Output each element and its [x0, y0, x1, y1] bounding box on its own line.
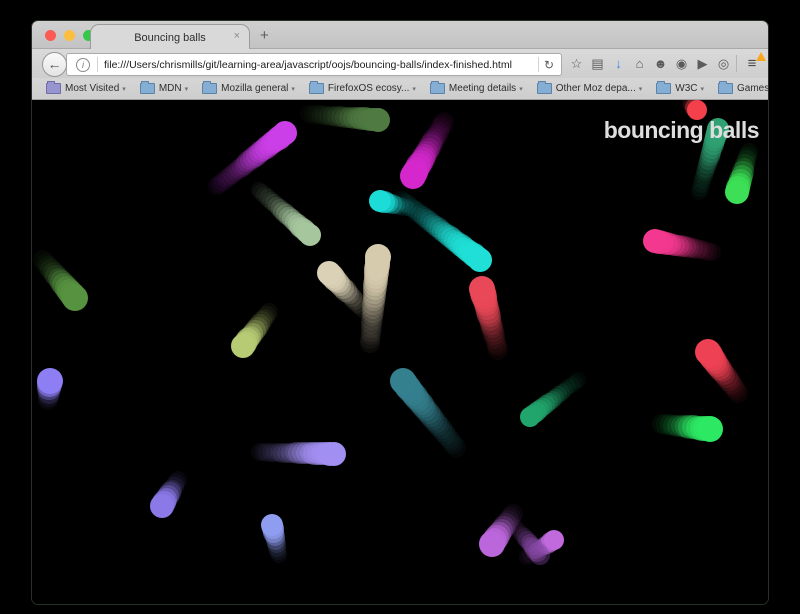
hot-pink-ball	[643, 229, 667, 253]
folder-icon	[46, 83, 61, 94]
sage-green-ball	[299, 224, 321, 246]
folder-icon	[718, 83, 733, 94]
desktop-background: Bouncing balls × + ← i file:///Users/chr…	[0, 0, 800, 614]
periwinkle-blue-ball	[261, 514, 283, 536]
traffic-lights	[45, 30, 94, 41]
navigation-toolbar: ← i file:///Users/chrismills/git/learnin…	[32, 49, 768, 78]
magenta-ball	[400, 163, 426, 189]
dark-teal-ball	[390, 368, 416, 394]
bookmark-item-w3c[interactable]: W3C ▾	[656, 83, 704, 94]
magenta-purple-ball	[273, 121, 297, 145]
new-tab-button[interactable]: +	[260, 27, 269, 44]
bright-green-ball-top	[725, 180, 749, 204]
tab-close-icon[interactable]: ×	[234, 29, 240, 43]
back-button[interactable]: ←	[42, 52, 67, 77]
folder-icon	[430, 83, 445, 94]
url-text[interactable]: file:///Users/chrismills/git/learning-ar…	[104, 59, 533, 71]
folder-icon	[202, 83, 217, 94]
privacy-swirl-icon[interactable]: ◎	[713, 56, 734, 72]
downloads-icon[interactable]: ↓	[608, 56, 629, 71]
divider	[538, 57, 539, 72]
periwinkle-ball	[37, 368, 63, 394]
bookmark-item-mdn[interactable]: MDN▾	[140, 83, 188, 94]
tab-bar: Bouncing balls × +	[32, 21, 768, 49]
bookmark-label: Most Visited	[65, 83, 119, 94]
close-window-button[interactable]	[45, 30, 56, 41]
crimson-ball	[469, 276, 495, 302]
chevron-down-icon: ▾	[412, 85, 416, 93]
page-info-icon[interactable]: i	[76, 58, 90, 72]
bookmark-item-most-visited[interactable]: Most Visited▾	[46, 83, 126, 94]
bookmark-item-meeting-details[interactable]: Meeting details▾	[430, 83, 523, 94]
warning-badge-icon	[756, 52, 766, 61]
bookmarks-bar: Most Visited▾MDN▾Mozilla general▾Firefox…	[32, 78, 768, 100]
bookmark-label: W3C	[675, 83, 697, 94]
bouncing-balls-canvas[interactable]: bouncing balls	[32, 100, 768, 604]
bookmark-label: Games	[737, 83, 768, 94]
bookmark-item-games[interactable]: Games▾	[718, 83, 768, 94]
feedback-smiley-icon[interactable]: ☻	[650, 56, 671, 71]
light-purple-ball	[322, 442, 346, 466]
wallpaper-curve	[239, 0, 575, 22]
bookmark-label: Other Moz depa...	[556, 83, 636, 94]
page-title: bouncing balls	[604, 117, 759, 144]
slate-purple-ball	[150, 494, 174, 518]
tab-title: Bouncing balls	[134, 32, 206, 44]
minimize-window-button[interactable]	[64, 30, 75, 41]
reload-icon[interactable]: ↻	[544, 58, 554, 72]
divider	[97, 57, 98, 72]
muted-green-ball	[366, 108, 390, 132]
bookmark-label: Meeting details	[449, 83, 516, 94]
pocket-icon[interactable]: ◉	[671, 56, 692, 72]
cyan-ball-large	[468, 248, 492, 272]
bookmark-label: MDN	[159, 83, 182, 94]
home-icon[interactable]: ⌂	[629, 56, 650, 71]
chevron-down-icon: ▾	[185, 85, 189, 93]
bookmark-item-mozilla-general[interactable]: Mozilla general▾	[202, 83, 295, 94]
divider	[736, 55, 737, 72]
chevron-down-icon: ▾	[122, 85, 126, 93]
beige-ball	[317, 261, 341, 285]
folder-icon	[140, 83, 155, 94]
ball-trail-dot	[530, 545, 550, 565]
reading-list-icon[interactable]: ▤	[587, 56, 608, 72]
chevron-down-icon: ▾	[701, 85, 705, 93]
sea-green-ball	[520, 407, 540, 427]
bookmark-item-firefoxos-ecosy[interactable]: FirefoxOS ecosy...▾	[309, 83, 416, 94]
toolbar-icons: ☆▤↓⌂☻◉▶◎ ≡	[566, 49, 768, 78]
chevron-down-icon: ▾	[639, 85, 643, 93]
bookmark-item-other-moz-depa[interactable]: Other Moz depa...▾	[537, 83, 643, 94]
folder-icon	[656, 83, 671, 94]
bright-green-ball	[697, 416, 723, 442]
bookmark-label: Mozilla general	[221, 83, 288, 94]
menu-icon[interactable]: ≡	[739, 55, 765, 72]
orchid-ball-large	[479, 531, 505, 557]
green-ball-left	[62, 285, 88, 311]
video-download-icon[interactable]: ▶	[692, 56, 713, 72]
url-bar[interactable]: i file:///Users/chrismills/git/learning-…	[66, 53, 562, 76]
khaki-ball	[231, 334, 255, 358]
cyan-ball-small	[369, 190, 391, 212]
browser-window: Bouncing balls × + ← i file:///Users/chr…	[32, 21, 768, 604]
folder-icon	[537, 83, 552, 94]
tab-bouncing-balls[interactable]: Bouncing balls ×	[90, 24, 250, 50]
folder-icon	[309, 83, 324, 94]
bookmark-label: FirefoxOS ecosy...	[328, 83, 410, 94]
chevron-down-icon: ▾	[519, 85, 523, 93]
chevron-down-icon: ▾	[291, 85, 295, 93]
red-ball-right	[695, 339, 721, 365]
tan-ball	[365, 244, 391, 270]
bookmark-star-icon[interactable]: ☆	[566, 56, 587, 72]
